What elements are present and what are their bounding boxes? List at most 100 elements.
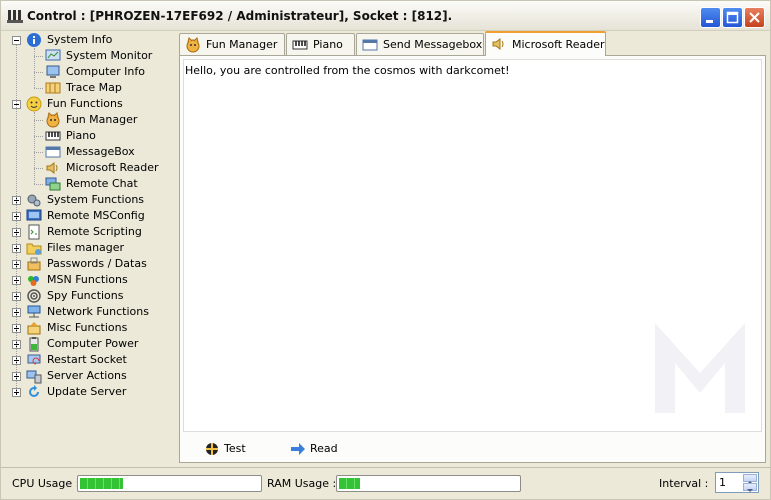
folder-icon <box>26 243 42 255</box>
tree-guide-line <box>34 48 35 88</box>
tree-item-files-manager[interactable]: Files manager <box>5 240 175 256</box>
tree-guide-line <box>34 112 35 184</box>
speaker-icon <box>46 162 58 174</box>
tree-item-label: Fun Manager <box>66 113 138 126</box>
tab-piano[interactable]: Piano <box>286 33 355 55</box>
read-label: Read <box>310 442 338 455</box>
tree-item-label: System Functions <box>47 193 145 206</box>
monitor-chart-icon <box>45 49 61 61</box>
tree-item-piano[interactable]: Piano <box>5 128 175 144</box>
tree-item-label: Files manager <box>47 241 125 254</box>
minimize-button[interactable] <box>700 7 721 28</box>
tree-connector <box>34 184 43 185</box>
microsoft-reader-page: Hello, you are controlled from the cosmo… <box>179 55 766 463</box>
title-bar[interactable]: Control : [PHROZEN-17EF692 / Administrat… <box>1 1 770 31</box>
tree-item-label: MSN Functions <box>47 273 128 286</box>
tree-connector <box>34 72 43 73</box>
tab-label: Piano <box>313 38 343 51</box>
tab-fun-manager[interactable]: Fun Manager <box>179 33 285 55</box>
ram-usage-fill <box>339 478 361 489</box>
tree-item-system-functions[interactable]: System Functions <box>5 192 175 208</box>
minimize-icon <box>706 20 713 23</box>
tree-item-computer-power[interactable]: Computer Power <box>5 336 175 352</box>
tree-item-system-info[interactable]: System Info <box>5 32 175 48</box>
tree-item-remote-chat[interactable]: Remote Chat <box>5 176 175 192</box>
tree-item-messagebox[interactable]: MessageBox <box>5 144 175 160</box>
tree-item-misc-functions[interactable]: Misc Functions <box>5 320 175 336</box>
tree-item-label: System Monitor <box>66 49 153 62</box>
tree-item-passwords-datas[interactable]: Passwords / Datas <box>5 256 175 272</box>
tree-item-spy-functions[interactable]: Spy Functions <box>5 288 175 304</box>
tree-item-remote-scripting[interactable]: Remote Scripting <box>5 224 175 240</box>
maximize-icon <box>726 11 739 24</box>
speaker-icon <box>492 38 504 50</box>
collapse-icon[interactable] <box>12 36 21 45</box>
tree-connector <box>34 88 43 89</box>
tree-item-computer-info[interactable]: Computer Info <box>5 64 175 80</box>
close-button[interactable] <box>744 7 765 28</box>
tree-item-label: Update Server <box>47 385 127 398</box>
tree-item-label: Piano <box>66 129 96 142</box>
computer-info-icon <box>46 65 60 78</box>
message-box-icon <box>45 146 61 158</box>
reader-text: Hello, you are controlled from the cosmo… <box>185 64 510 77</box>
tree-item-label: Passwords / Datas <box>47 257 147 270</box>
tab-microsoft-reader[interactable]: Microsoft Reader <box>485 31 606 56</box>
tree-item-label: Computer Power <box>47 337 139 350</box>
tree-connector <box>34 120 43 121</box>
interval-label: Interval : <box>659 477 709 490</box>
misc-icon <box>27 322 41 335</box>
piano-icon <box>45 131 61 141</box>
update-icon <box>29 385 39 397</box>
tree-item-network-functions[interactable]: Network Functions <box>5 304 175 320</box>
control-window: Control : [PHROZEN-17EF692 / Administrat… <box>0 0 771 500</box>
caret-down-icon <box>747 489 753 492</box>
tab-send-messagebox[interactable]: Send Messagebox <box>356 33 484 55</box>
tab-label: Fun Manager <box>206 38 278 51</box>
app-icon <box>7 10 23 23</box>
reader-text-area[interactable]: Hello, you are controlled from the cosmo… <box>183 59 762 432</box>
tree-item-label: MessageBox <box>66 145 135 158</box>
tree-connector <box>34 56 43 57</box>
tree-item-trace-map[interactable]: Trace Map <box>5 80 175 96</box>
spinner-down-button[interactable] <box>743 483 757 492</box>
tree-item-label: Computer Info <box>66 65 145 78</box>
ram-usage-bar <box>336 475 521 492</box>
info-icon <box>27 33 41 47</box>
tree-item-label: Trace Map <box>66 81 122 94</box>
test-icon <box>206 443 218 455</box>
battery-icon <box>29 337 39 352</box>
interval-value: 1 <box>719 476 726 489</box>
function-tree[interactable]: System Info System Monitor Computer Info Tr… <box>5 31 176 467</box>
ram-usage-label: RAM Usage : <box>267 477 337 490</box>
tree-item-restart-socket[interactable]: Restart Socket <box>5 352 175 368</box>
tree-item-fun-functions[interactable]: Fun Functions <box>5 96 175 112</box>
cat-face-icon <box>186 37 200 53</box>
msconfig-icon <box>26 209 42 221</box>
cpu-usage-fill <box>80 478 123 489</box>
msn-icon <box>28 276 39 286</box>
spinner-arrows <box>743 474 757 492</box>
tree-connector <box>34 152 43 153</box>
tree-item-label: Network Functions <box>47 305 149 318</box>
tree-item-system-monitor[interactable]: System Monitor <box>5 48 175 64</box>
tab-label: Microsoft Reader <box>512 38 605 51</box>
chat-icon <box>45 177 61 191</box>
status-bar: CPU Usage : RAM Usage : Interval : 1 <box>1 467 770 499</box>
spy-icon <box>27 289 41 303</box>
tree-item-remote-msconfig[interactable]: Remote MSConfig <box>5 208 175 224</box>
network-icon <box>27 305 41 318</box>
gears-icon <box>27 194 41 207</box>
cat-face-icon <box>46 112 60 128</box>
tree-item-fun-manager[interactable]: Fun Manager <box>5 112 175 128</box>
tree-item-update-server[interactable]: Update Server <box>5 384 175 400</box>
tree-item-label: Spy Functions <box>47 289 124 302</box>
tree-item-msn-functions[interactable]: MSN Functions <box>5 272 175 288</box>
spinner-up-button[interactable] <box>743 474 757 484</box>
tree-item-microsoft-reader[interactable]: Microsoft Reader <box>5 160 175 176</box>
interval-spinner[interactable]: 1 <box>715 472 759 493</box>
close-icon <box>749 12 760 23</box>
tree-item-server-actions[interactable]: Server Actions <box>5 368 175 384</box>
message-box-icon <box>362 39 378 51</box>
maximize-button[interactable] <box>722 7 743 28</box>
